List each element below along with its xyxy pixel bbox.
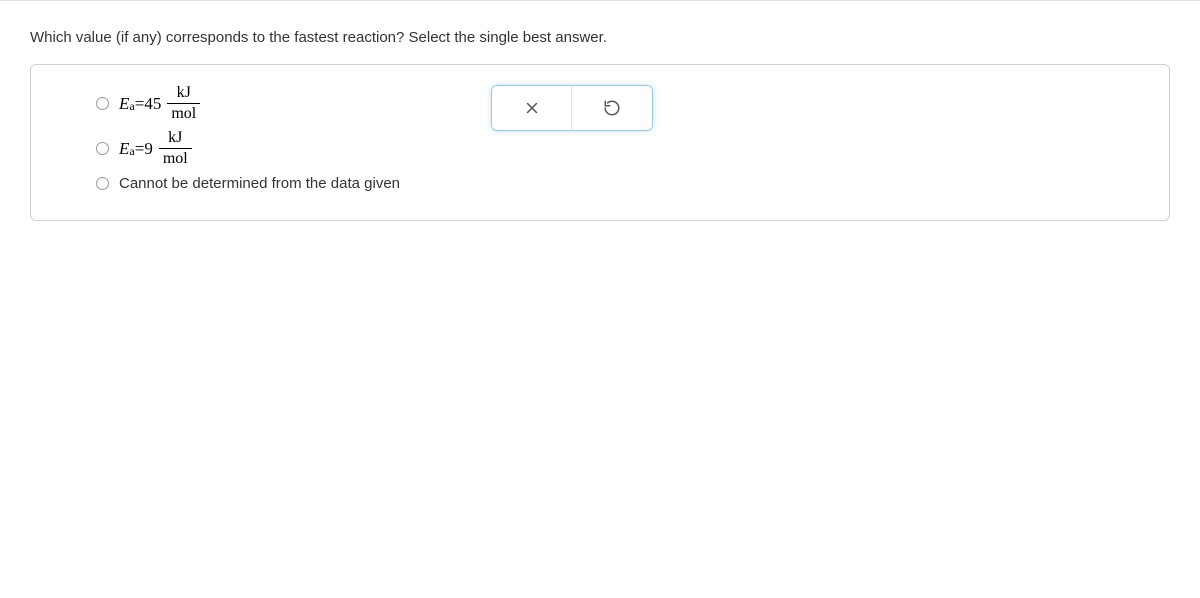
option-2-subscript: a bbox=[129, 144, 134, 159]
action-panel bbox=[491, 85, 653, 131]
option-3[interactable]: Cannot be determined from the data given bbox=[96, 175, 1134, 192]
option-2-value: 9 bbox=[144, 139, 153, 159]
reset-button[interactable] bbox=[572, 86, 652, 130]
question-prompt: Which value (if any) corresponds to the … bbox=[0, 1, 1200, 64]
option-1-equals: = bbox=[135, 94, 145, 114]
option-2-fraction: kJ mol bbox=[159, 130, 192, 167]
option-1-subscript: a bbox=[129, 99, 134, 114]
radio-icon[interactable] bbox=[96, 97, 109, 110]
answer-container: Ea = 45 kJ mol Ea = 9 kJ mol Cannot be d… bbox=[30, 64, 1170, 221]
option-2-label: Ea = 9 kJ mol bbox=[119, 130, 192, 167]
option-1-label: Ea = 45 kJ mol bbox=[119, 85, 200, 122]
radio-icon[interactable] bbox=[96, 177, 109, 190]
option-1-symbol: E bbox=[119, 94, 129, 114]
option-1-numerator: kJ bbox=[173, 85, 195, 103]
option-1-value: 45 bbox=[144, 94, 161, 114]
undo-icon bbox=[603, 99, 621, 117]
option-2-equals: = bbox=[135, 139, 145, 159]
option-2[interactable]: Ea = 9 kJ mol bbox=[96, 130, 1134, 167]
option-2-symbol: E bbox=[119, 139, 129, 159]
close-icon bbox=[523, 99, 541, 117]
option-2-numerator: kJ bbox=[164, 130, 186, 148]
option-3-label: Cannot be determined from the data given bbox=[119, 175, 400, 192]
option-2-denominator: mol bbox=[159, 148, 192, 167]
option-1-fraction: kJ mol bbox=[167, 85, 200, 122]
close-button[interactable] bbox=[492, 86, 572, 130]
option-1-denominator: mol bbox=[167, 103, 200, 122]
radio-icon[interactable] bbox=[96, 142, 109, 155]
